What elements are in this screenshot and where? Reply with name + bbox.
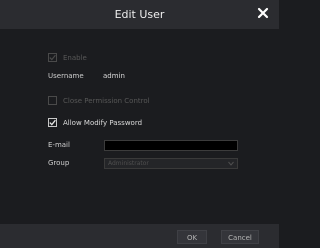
username-label: Username: [48, 72, 84, 80]
close-permission-control-checkbox[interactable]: [48, 96, 57, 105]
chevron-down-icon: [228, 161, 234, 166]
dialog-footer: OK Cancel: [0, 224, 279, 248]
allow-modify-password-checkbox[interactable]: [48, 118, 57, 127]
email-field[interactable]: [104, 140, 238, 151]
dialog-title: Edit User: [114, 8, 165, 21]
group-selected-value: Administrator: [108, 160, 149, 167]
close-permission-control-label: Close Permission Control: [63, 97, 150, 105]
allow-modify-password-label: Allow Modify Password: [63, 119, 143, 127]
enable-label: Enable: [63, 54, 87, 62]
checkmark-icon: [49, 119, 56, 126]
enable-checkbox[interactable]: [48, 53, 57, 62]
close-icon[interactable]: [256, 6, 270, 20]
username-value: admin: [103, 72, 125, 80]
dialog-titlebar: Edit User: [0, 0, 279, 29]
dialog-content: Enable Username admin Close Permission C…: [0, 29, 279, 224]
checkmark-icon: [49, 54, 56, 61]
ok-button[interactable]: OK: [177, 230, 207, 244]
email-label: E-mail: [48, 141, 70, 149]
edit-user-dialog: Edit User Enable Username admin Close Pe…: [0, 0, 279, 248]
group-select[interactable]: Administrator: [104, 158, 238, 169]
group-label: Group: [48, 159, 70, 167]
cancel-button[interactable]: Cancel: [221, 230, 259, 244]
